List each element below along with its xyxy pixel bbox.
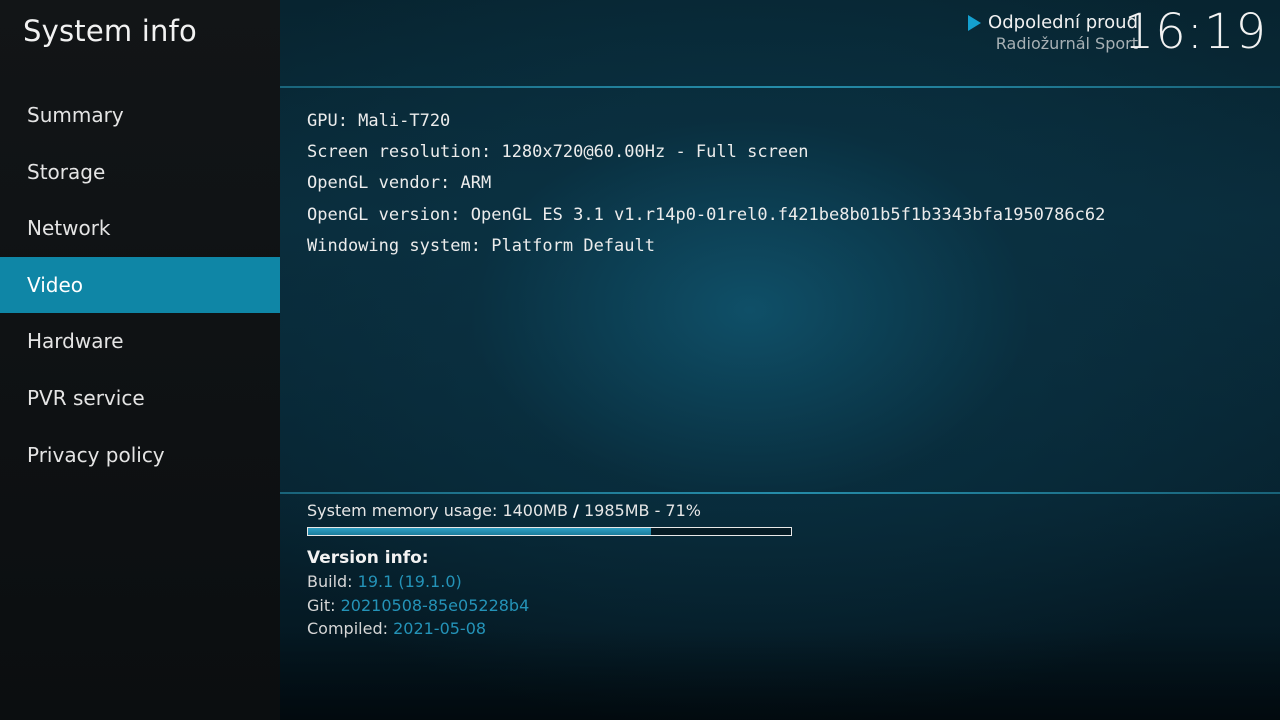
version-info: Version info: Build: 19.1 (19.1.0) Git: … [307, 548, 529, 641]
version-info-title: Version info: [307, 548, 429, 568]
info-windowing-system: Windowing system: Platform Default [307, 235, 655, 256]
memory-usage-bar-fill [308, 528, 651, 535]
memory-usage-used: System memory usage: 1400MB [307, 501, 568, 520]
memory-usage-separator: / [573, 501, 579, 520]
now-playing-subtitle: Radiožurnál Sport [995, 34, 1138, 53]
now-playing[interactable]: Odpolední proud Radiožurnál Sport [968, 12, 1138, 53]
memory-usage-bar [307, 527, 792, 536]
version-git-row: Git: 20210508-85e05228b4 [307, 594, 529, 618]
version-compiled-row: Compiled: 2021-05-08 [307, 617, 529, 641]
now-playing-title: Odpolední proud [988, 12, 1138, 33]
info-opengl-vendor: OpenGL vendor: ARM [307, 173, 492, 194]
window-title: System info [23, 14, 197, 48]
memory-usage-total: 1985MB - 71% [583, 501, 701, 520]
now-playing-title-row: Odpolední proud [968, 12, 1138, 33]
sidebar-item-storage[interactable]: Storage [0, 144, 280, 201]
clock: 16:19 [1123, 4, 1267, 60]
version-build-row: Build: 19.1 (19.1.0) [307, 570, 529, 594]
info-gpu: GPU: Mali-T720 [307, 111, 451, 131]
sidebar-item-network[interactable]: Network [0, 200, 280, 257]
version-build-label: Build: [307, 572, 353, 591]
sidebar-item-hardware[interactable]: Hardware [0, 313, 280, 370]
info-screen-resolution: Screen resolution: 1280x720@60.00Hz - Fu… [307, 142, 809, 163]
version-compiled-label: Compiled: [307, 619, 388, 638]
sidebar: System info Summary Storage Network Vide… [0, 0, 280, 720]
version-git-label: Git: [307, 595, 336, 615]
memory-usage-label: System memory usage: 1400MB / 1985MB - 7… [307, 501, 701, 520]
top-divider [280, 86, 1280, 88]
sidebar-item-pvr-service[interactable]: PVR service [0, 370, 280, 427]
bottom-divider [280, 492, 1280, 494]
play-icon [968, 15, 982, 31]
version-build-value: 19.1 (19.1.0) [357, 572, 462, 591]
info-opengl-version: OpenGL version: OpenGL ES 3.1 v1.r14p0-0… [307, 204, 1106, 225]
sidebar-item-privacy-policy[interactable]: Privacy policy [0, 427, 280, 484]
video-info-list: GPU: Mali-T720 Screen resolution: 1280x7… [307, 110, 1105, 266]
version-compiled-value: 2021-05-08 [393, 619, 487, 638]
sidebar-item-video[interactable]: Video [0, 256, 280, 314]
sidebar-menu: Summary Storage Network Video Hardware P… [0, 87, 280, 483]
sidebar-item-summary[interactable]: Summary [0, 87, 280, 144]
system-info-screen: System info Summary Storage Network Vide… [0, 0, 1280, 720]
version-git-value: 20210508-85e05228b4 [340, 595, 530, 615]
